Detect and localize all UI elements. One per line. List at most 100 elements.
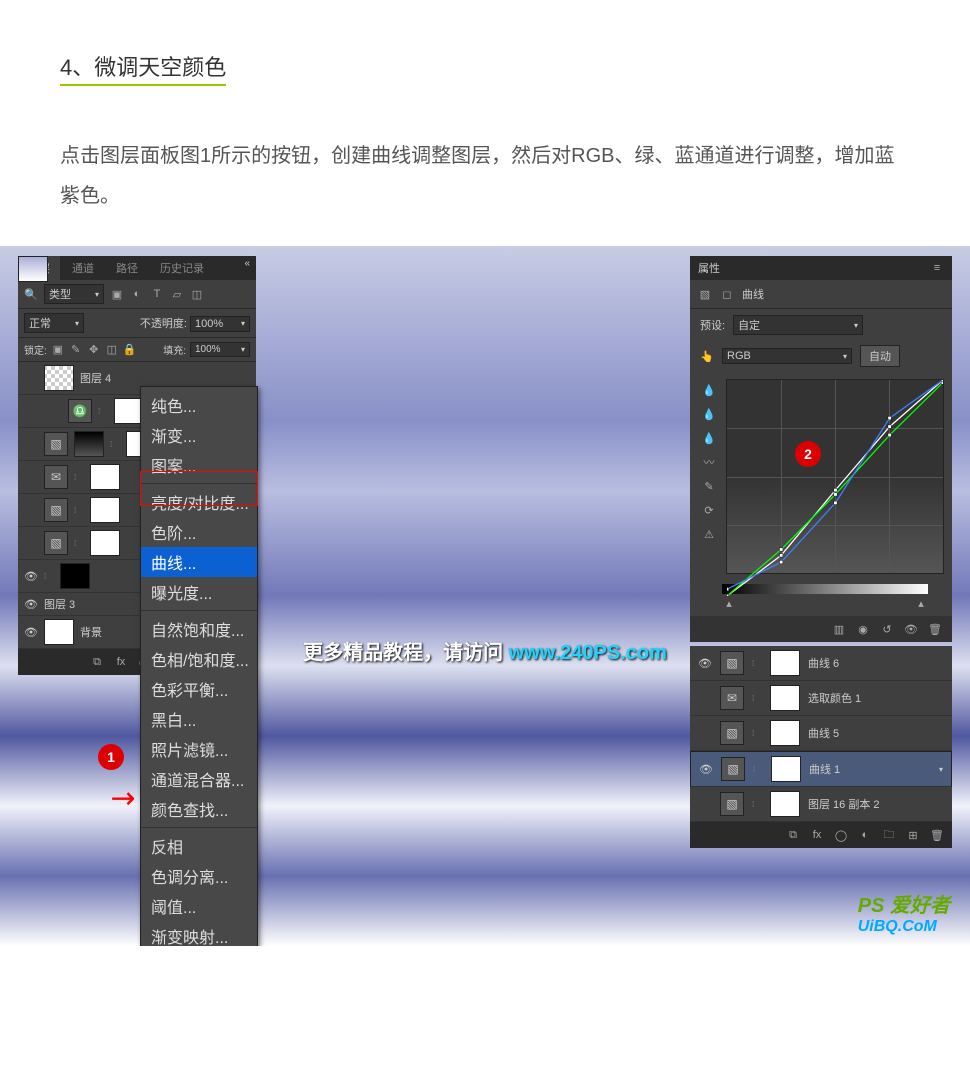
search-icon[interactable]: 🔍 [24,287,38,301]
hand-icon[interactable]: 👆 [700,349,714,363]
visibility-icon[interactable] [48,404,62,418]
link-layers-icon[interactable]: ⧉ [786,828,800,842]
menu-item[interactable]: 黑白... [141,704,257,734]
menu-item[interactable]: 渐变映射... [141,921,257,946]
smooth-tool-icon[interactable]: ⟳ [702,503,716,517]
menu-item[interactable]: 通道混合器... [141,764,257,794]
fx-icon[interactable]: fx [810,828,824,842]
lock-brush-icon[interactable]: ✎ [69,343,83,357]
clip-icon[interactable]: ⚠ [702,527,716,541]
channel-select[interactable]: RGB [722,348,852,364]
mask-thumbnail[interactable] [90,497,120,523]
lock-pixels-icon[interactable]: ▣ [51,343,65,357]
menu-item[interactable]: 阈值... [141,891,257,921]
lock-position-icon[interactable]: ✥ [87,343,101,357]
menu-item[interactable]: 渐变... [141,420,257,450]
visibility-icon[interactable] [24,503,38,517]
mask-thumbnail[interactable] [60,563,90,589]
visibility-icon[interactable] [698,691,712,705]
tab-history[interactable]: 历史记录 [150,256,214,280]
filter-type-select[interactable]: 类型 [44,284,104,304]
visibility-icon[interactable] [24,437,38,451]
layer-thumbnail[interactable] [44,619,74,645]
menu-item[interactable]: 自然饱和度... [141,614,257,644]
mask-icon[interactable]: ◻ [720,287,734,301]
lock-all-icon[interactable]: 🔒 [123,343,137,357]
visibility-icon[interactable]: 👁 [698,656,712,670]
filter-type-icon[interactable]: T [150,287,164,301]
mask-thumbnail[interactable] [770,650,800,676]
tab-paths[interactable]: 路径 [106,256,148,280]
panel-collapse-icon[interactable]: « [928,248,934,259]
menu-item[interactable]: 颜色查找... [141,794,257,824]
menu-item[interactable]: 色彩平衡... [141,674,257,704]
visibility-icon[interactable]: 👁 [24,625,38,639]
group-icon[interactable]: 🗀 [882,828,896,842]
menu-item[interactable]: 纯色... [141,390,257,420]
visibility-icon[interactable] [698,797,712,811]
filter-pixel-icon[interactable]: ▣ [110,287,124,301]
visibility-icon[interactable] [24,470,38,484]
layer-row[interactable]: ✉⁞选取颜色 1 [690,681,952,716]
visibility-icon[interactable]: 👁 [699,762,713,776]
menu-item[interactable]: 亮度/对比度... [141,487,257,517]
reset-icon[interactable]: ↺ [880,622,894,636]
lock-artboard-icon[interactable]: ◫ [105,343,119,357]
curves-graph[interactable] [726,379,944,574]
eyedropper-black-icon[interactable]: 💧 [702,383,716,397]
layer-row[interactable]: ▧⁞曲线 5 [690,716,952,751]
adjustment-layer-icon[interactable]: ◐ [858,828,872,842]
mask-thumbnail[interactable] [770,791,800,817]
pencil-tool-icon[interactable]: ✎ [702,479,716,493]
mask-icon[interactable]: ◯ [834,828,848,842]
menu-item[interactable]: 曲线... [141,547,257,577]
panel-collapse-icon[interactable]: « [244,258,250,269]
panel-menu-icon[interactable]: ≡ [930,261,944,275]
blend-mode-select[interactable]: 正常 [24,313,84,333]
visibility-icon[interactable] [24,536,38,550]
black-slider-icon[interactable]: ▴ [722,596,736,610]
delete-adjustment-icon[interactable]: 🗑 [928,622,942,636]
menu-item[interactable]: 色阶... [141,517,257,547]
filter-adjust-icon[interactable]: ◐ [130,287,144,301]
mask-thumbnail[interactable] [770,685,800,711]
filter-smart-icon[interactable]: ◫ [190,287,204,301]
preset-select[interactable]: 自定 [733,315,863,335]
auto-button[interactable]: 自动 [860,345,900,367]
layer-row[interactable]: 👁▧⁞曲线 6 [690,646,952,681]
menu-item[interactable]: 曝光度... [141,577,257,607]
visibility-icon[interactable]: 👁 [24,569,38,583]
link-layers-icon[interactable]: ⧉ [90,655,104,669]
menu-item[interactable]: 色调分离... [141,861,257,891]
delete-layer-icon[interactable]: 🗑 [930,828,944,842]
fx-icon[interactable]: fx [114,655,128,669]
layer-thumbnail[interactable] [18,256,48,282]
layer-thumbnail[interactable] [74,431,104,457]
menu-item[interactable]: 图案... [141,450,257,480]
mask-thumbnail[interactable] [770,720,800,746]
tab-channels[interactable]: 通道 [62,256,104,280]
visibility-icon[interactable]: 👁 [24,597,38,611]
layer-row[interactable]: 👁▧⁞曲线 1 [690,751,952,787]
menu-item[interactable]: 照片滤镜... [141,734,257,764]
visibility-icon[interactable] [698,726,712,740]
mask-thumbnail[interactable] [90,464,120,490]
white-slider-icon[interactable]: ▴ [914,596,928,610]
mask-thumbnail[interactable] [90,530,120,556]
clip-to-layer-icon[interactable]: ▥ [832,622,846,636]
opacity-input[interactable]: 100% [190,316,250,332]
visibility-icon[interactable] [24,371,38,385]
fill-input[interactable]: 100% [190,342,250,357]
view-previous-icon[interactable]: ◉ [856,622,870,636]
eyedropper-gray-icon[interactable]: 💧 [702,407,716,421]
point-tool-icon[interactable]: 〰 [702,455,716,469]
layer-row[interactable]: ▧⁞图层 16 副本 2 [690,787,952,822]
mask-thumbnail[interactable] [771,756,801,782]
filter-shape-icon[interactable]: ▱ [170,287,184,301]
new-layer-icon[interactable]: ⊞ [906,828,920,842]
layer-thumbnail[interactable] [44,365,74,391]
menu-item[interactable]: 色相/饱和度... [141,644,257,674]
toggle-visibility-icon[interactable]: 👁 [904,622,918,636]
menu-item[interactable]: 反相 [141,831,257,861]
eyedropper-white-icon[interactable]: 💧 [702,431,716,445]
